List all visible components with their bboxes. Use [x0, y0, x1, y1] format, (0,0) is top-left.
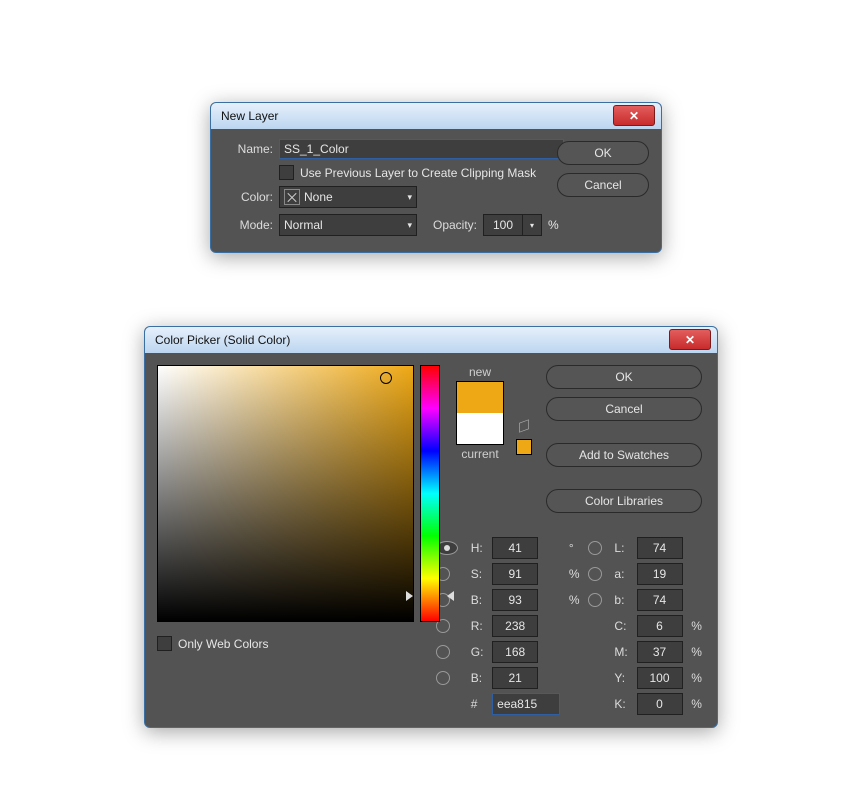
b-rgb-label: B:	[471, 671, 484, 685]
pct-unit: %	[691, 645, 701, 659]
pct-unit: %	[691, 619, 701, 633]
l-radio[interactable]	[588, 541, 602, 555]
chevron-down-icon: ▾	[407, 220, 412, 231]
chevron-down-icon: ▾	[407, 192, 412, 203]
b-lab-radio[interactable]	[588, 593, 602, 607]
mode-label: Mode:	[223, 218, 279, 232]
g-radio[interactable]	[436, 645, 450, 659]
window-title: Color Picker (Solid Color)	[151, 333, 290, 347]
g-label: G:	[471, 645, 484, 659]
pct-unit: %	[691, 697, 701, 711]
c-label: C:	[614, 619, 628, 633]
opacity-unit: %	[548, 218, 559, 232]
opacity-input[interactable]	[483, 214, 523, 236]
y-label: Y:	[614, 671, 628, 685]
titlebar[interactable]: New Layer	[211, 103, 661, 129]
a-input[interactable]	[637, 563, 683, 585]
window-title: New Layer	[217, 109, 278, 123]
hue-marker-icon	[447, 591, 454, 601]
hex-input[interactable]	[492, 693, 560, 715]
s-input[interactable]	[492, 563, 538, 585]
cube-icon[interactable]	[517, 419, 531, 433]
b-lab-label: b:	[614, 593, 628, 607]
only-web-colors-label: Only Web Colors	[178, 637, 268, 651]
hue-marker-icon	[406, 591, 413, 601]
l-input[interactable]	[637, 537, 683, 559]
color-preview	[456, 381, 504, 445]
nearest-swatch[interactable]	[516, 439, 532, 455]
a-label: a:	[614, 567, 628, 581]
pct-unit: %	[569, 593, 579, 607]
cancel-button[interactable]: Cancel	[546, 397, 702, 421]
b-rgb-input[interactable]	[492, 667, 538, 689]
current-label: current	[450, 447, 510, 461]
close-icon[interactable]	[613, 105, 655, 126]
k-input[interactable]	[637, 693, 683, 715]
current-color-swatch	[457, 413, 503, 444]
m-input[interactable]	[637, 641, 683, 663]
b-hsb-label: B:	[471, 593, 484, 607]
color-libraries-button[interactable]: Color Libraries	[546, 489, 702, 513]
h-label: H:	[471, 541, 484, 555]
y-input[interactable]	[637, 667, 683, 689]
ok-button[interactable]: OK	[557, 141, 649, 165]
ok-button[interactable]: OK	[546, 365, 702, 389]
c-input[interactable]	[637, 615, 683, 637]
color-label: Color:	[223, 190, 279, 204]
mode-select[interactable]: Normal ▾	[279, 214, 417, 236]
new-label: new	[450, 365, 510, 379]
cancel-button[interactable]: Cancel	[557, 173, 649, 197]
clipping-mask-label: Use Previous Layer to Create Clipping Ma…	[300, 166, 536, 180]
pct-unit: %	[569, 567, 579, 581]
opacity-label: Opacity:	[417, 218, 483, 232]
a-radio[interactable]	[588, 567, 602, 581]
deg-unit: °	[569, 541, 579, 555]
hue-slider[interactable]	[420, 365, 440, 622]
s-label: S:	[471, 567, 484, 581]
titlebar[interactable]: Color Picker (Solid Color)	[145, 327, 717, 353]
close-icon[interactable]	[669, 329, 711, 350]
new-layer-dialog: New Layer Name: Use Previous Layer to Cr…	[210, 102, 662, 253]
b-hsb-input[interactable]	[492, 589, 538, 611]
b-rgb-radio[interactable]	[436, 671, 450, 685]
k-label: K:	[614, 697, 628, 711]
g-input[interactable]	[492, 641, 538, 663]
l-label: L:	[614, 541, 628, 555]
none-icon	[284, 189, 300, 205]
pct-unit: %	[691, 671, 701, 685]
h-input[interactable]	[492, 537, 538, 559]
clipping-mask-checkbox[interactable]	[279, 165, 294, 180]
color-select[interactable]: None ▾	[279, 186, 417, 208]
opacity-stepper[interactable]: ▾	[523, 214, 542, 236]
r-input[interactable]	[492, 615, 538, 637]
new-color-swatch	[457, 382, 503, 413]
b-lab-input[interactable]	[637, 589, 683, 611]
only-web-colors-checkbox[interactable]	[157, 636, 172, 651]
saturation-value-field[interactable]	[157, 365, 414, 622]
hex-label: #	[471, 697, 484, 711]
add-to-swatches-button[interactable]: Add to Swatches	[546, 443, 702, 467]
name-label: Name:	[223, 142, 279, 156]
color-cursor-icon	[380, 372, 392, 384]
r-label: R:	[471, 619, 484, 633]
color-picker-dialog: Color Picker (Solid Color) new	[144, 326, 718, 728]
layer-name-input[interactable]	[279, 139, 564, 159]
m-label: M:	[614, 645, 628, 659]
